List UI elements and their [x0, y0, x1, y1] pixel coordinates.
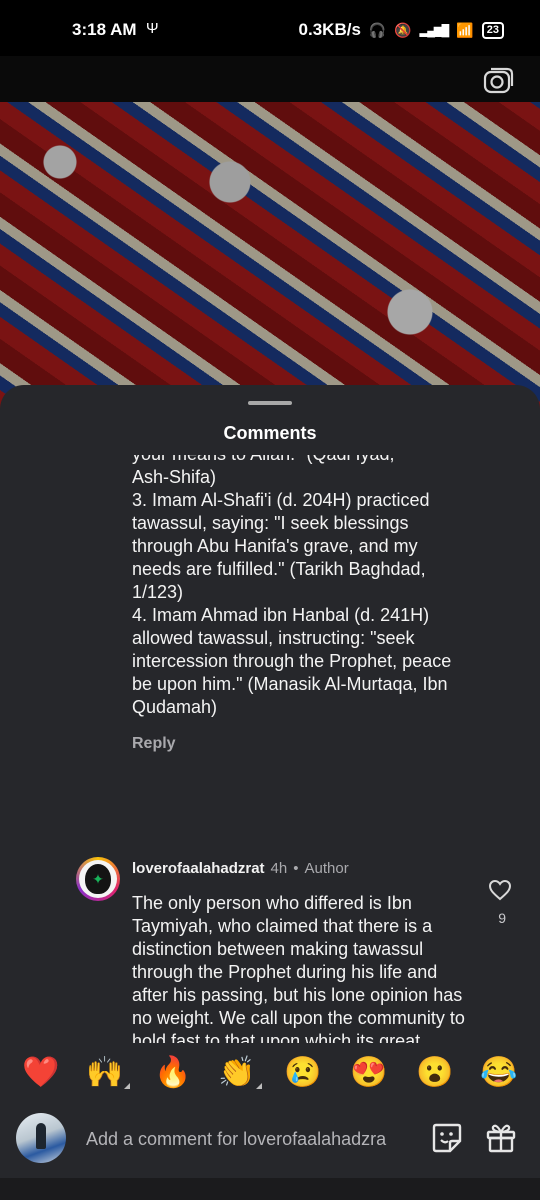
- headphones-icon: 🎧: [368, 21, 387, 38]
- skin-tone-indicator: [124, 1083, 130, 1089]
- usb-icon: Ψ: [146, 20, 159, 37]
- comments-sheet: Comments your means to Allah." (Qadi Iya…: [0, 385, 540, 1200]
- system-nav-bar: [0, 1178, 540, 1200]
- reaction-clapping[interactable]: 👏: [218, 1055, 255, 1091]
- heart-icon[interactable]: [488, 879, 512, 906]
- battery-icon: 23: [481, 21, 504, 39]
- reaction-fire[interactable]: 🔥: [154, 1055, 191, 1091]
- reply-button[interactable]: Reply: [132, 735, 176, 753]
- mute-icon: 🔕: [394, 21, 412, 38]
- sheet-title: Comments: [223, 423, 317, 443]
- media-shade: [0, 102, 540, 412]
- my-avatar[interactable]: [16, 1113, 66, 1163]
- comment-time: 4h: [270, 860, 288, 877]
- comment-username[interactable]: loverofaalahadzrat: [132, 860, 265, 877]
- network-speed: 0.3KB/s: [298, 20, 361, 39]
- post-media: [0, 102, 540, 412]
- comment-meta: loverofaalahadzrat 4h • Author: [132, 860, 349, 877]
- like-count: 9: [498, 910, 506, 926]
- camera-icon[interactable]: [482, 66, 514, 101]
- comments-list[interactable]: your means to Allah." (Qadi Iyad, Ash-Sh…: [0, 455, 540, 1043]
- status-time: 3:18 AM: [72, 20, 137, 39]
- author-badge: Author: [304, 860, 349, 877]
- reaction-surprised[interactable]: 😮: [416, 1055, 453, 1091]
- comment-body: your means to Allah." (Qadi Iyad, Ash-Sh…: [132, 455, 452, 717]
- reaction-bar: ❤️ 🙌 🔥 👏 😢 😍 😮 😂: [0, 1043, 540, 1105]
- reaction-heart[interactable]: ❤️: [22, 1055, 59, 1091]
- comment-body: The only person who differed is Ibn Taym…: [132, 893, 465, 1043]
- avatar-figure: [36, 1123, 46, 1149]
- emblem-icon: ✦: [85, 864, 111, 894]
- meta-separator: •: [293, 860, 299, 877]
- reaction-crying[interactable]: 😢: [284, 1055, 321, 1091]
- reaction-heart-eyes[interactable]: 😍: [350, 1055, 387, 1091]
- skin-tone-indicator: [256, 1083, 262, 1089]
- top-bar: [0, 56, 540, 102]
- wifi-icon: 📶: [456, 21, 474, 38]
- avatar[interactable]: ✦: [76, 857, 120, 901]
- reaction-raised-hands[interactable]: 🙌: [86, 1055, 123, 1091]
- reaction-laughing[interactable]: 😂: [480, 1055, 517, 1091]
- signal-icon: ▂▄▆█: [419, 24, 449, 37]
- comment-input[interactable]: [86, 1125, 416, 1153]
- status-indicators: 0.3KB/s 🎧 🔕 ▂▄▆█ 📶 23: [299, 20, 504, 40]
- status-bar: 3:18 AM Ψ 0.3KB/s 🎧 🔕 ▂▄▆█ 📶 23: [0, 0, 540, 56]
- gift-icon[interactable]: [484, 1121, 518, 1160]
- avatar-image: ✦: [79, 860, 117, 898]
- sticker-icon[interactable]: [430, 1121, 464, 1160]
- drag-handle[interactable]: [248, 401, 292, 405]
- comment-composer: [0, 1105, 540, 1185]
